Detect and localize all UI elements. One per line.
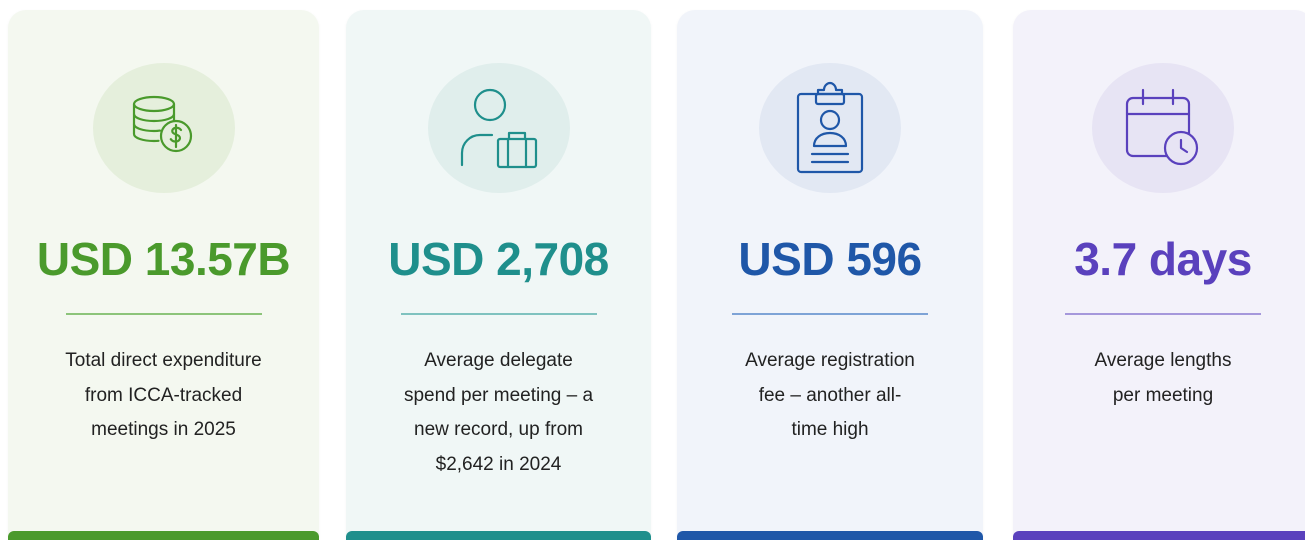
stat-description: Average delegate spend per meeting – a n… [366,344,631,482]
stat-card-meeting-length: 3.7 days Average lengths per meeting [1013,10,1305,540]
accent-bar [346,531,651,540]
stat-value: USD 596 [738,233,922,285]
description-line: spend per meeting – a [403,384,594,406]
description-line: per meeting [1112,384,1214,406]
description-line: meetings in 2025 [91,419,236,440]
calendar-clock-icon [1125,88,1199,166]
description-line: from ICCA-tracked [84,384,243,406]
icon-circle [759,63,901,193]
stat-description: Average lengths per meeting [1033,344,1293,413]
stats-cards: USD 13.57B Total direct expenditure from… [0,0,1305,540]
stat-card-total-expenditure: USD 13.57B Total direct expenditure from… [8,10,319,540]
description-line: time high [791,419,869,440]
divider [400,313,597,315]
stat-value: USD 2,708 [388,233,609,285]
description-line: Average lengths [1094,350,1232,371]
icon-circle [427,63,570,193]
stat-value: 3.7 days [1074,233,1252,285]
divider [65,313,262,315]
accent-bar [677,531,983,540]
description-line: Average delegate [424,350,573,371]
divider [1065,313,1261,315]
accent-bar [1013,531,1305,540]
divider [732,313,928,315]
icon-circle [1092,63,1234,193]
clipboard-badge-icon [796,81,864,174]
stat-card-delegate-spend: USD 2,708 Average delegate spend per mee… [346,10,651,540]
stat-description: Average registration fee – another all- … [697,344,963,448]
description-line: $2,642 in 2024 [435,453,562,475]
stat-description: Total direct expenditure from ICCA-track… [28,344,299,448]
person-briefcase-icon [460,88,537,169]
description-line: Total direct expenditure [65,350,262,371]
description-line: Average registration [745,350,915,371]
stat-value: USD 13.57B [36,233,291,285]
stat-card-registration-fee: USD 596 Average registration fee – anoth… [677,10,983,540]
description-line: fee – another all- [758,384,902,406]
icon-circle [92,63,235,193]
coin-stack-dollar-icon [132,95,192,153]
description-line: new record, up from [414,419,583,440]
accent-bar [8,531,319,540]
